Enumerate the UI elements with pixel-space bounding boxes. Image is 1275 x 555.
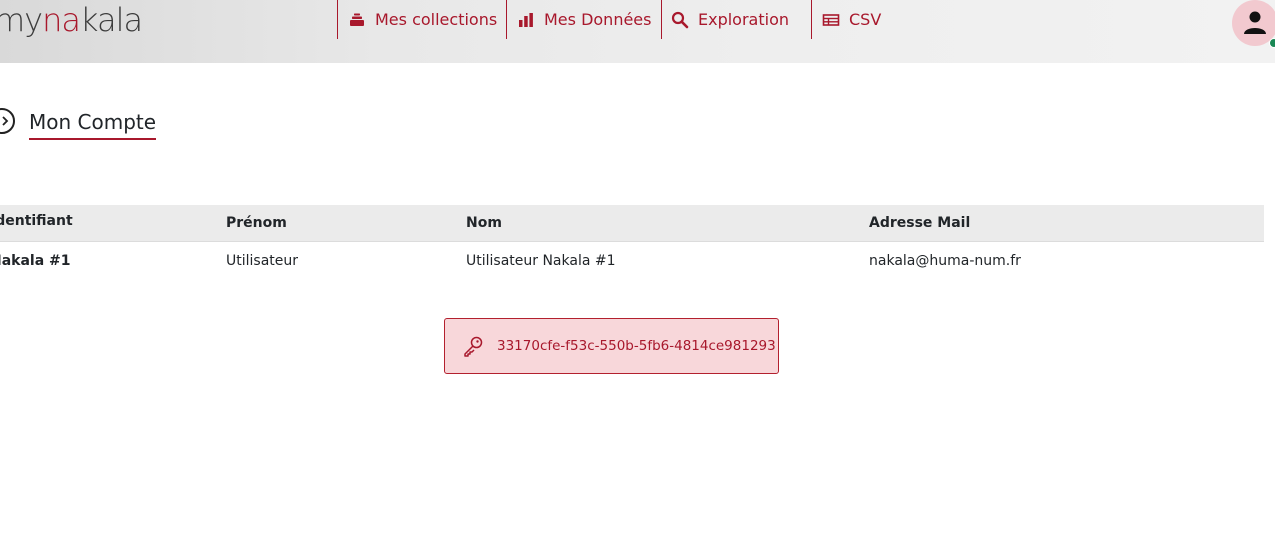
main-nav: Mes collections Mes Données Exploration … <box>337 0 931 39</box>
table-row: Nakala #1 Utilisateur Utilisateur Nakala… <box>0 242 1264 280</box>
cell-identifiant: Nakala #1 <box>0 252 71 269</box>
top-navbar: mynakala Mes collections Mes Données Exp… <box>0 0 1275 63</box>
api-key-alert[interactable]: 33170cfe-f53c-550b-5fb6-4814ce981293 <box>444 318 779 374</box>
page-title: Mon Compte <box>29 110 157 140</box>
csv-table-icon <box>822 11 840 29</box>
header-prenom: Prénom <box>226 205 466 242</box>
header-identifiant: Identifiant <box>0 205 226 242</box>
user-icon <box>1244 11 1266 34</box>
nav-csv[interactable]: CSV <box>811 0 931 39</box>
logo-part-2: na <box>42 1 81 39</box>
header-adresse-mail: Adresse Mail <box>869 205 1264 242</box>
collections-icon <box>348 11 366 29</box>
arrow-circle-icon[interactable] <box>0 108 15 134</box>
online-status-dot <box>1269 38 1275 48</box>
nav-exploration-label: Exploration <box>698 10 789 29</box>
mynakala-logo[interactable]: mynakala <box>0 0 143 56</box>
cell-nom: Utilisateur Nakala #1 <box>466 252 616 269</box>
cell-adresse-mail: nakala@huma-num.fr <box>869 252 1021 269</box>
header-nom: Nom <box>466 205 869 242</box>
nav-mes-donnees[interactable]: Mes Données <box>506 0 661 39</box>
table-header-row: Identifiant Prénom Nom Adresse Mail <box>0 205 1264 242</box>
nav-mes-collections[interactable]: Mes collections <box>337 0 506 39</box>
search-icon <box>671 11 689 29</box>
nav-exploration[interactable]: Exploration <box>661 0 811 39</box>
logo-part-1: my <box>0 1 43 39</box>
user-avatar-button[interactable] <box>1232 0 1275 46</box>
cell-prenom: Utilisateur <box>226 252 299 269</box>
nav-csv-label: CSV <box>849 10 882 29</box>
account-table: Identifiant Prénom Nom Adresse Mail Naka… <box>0 205 1264 279</box>
logo-part-3: kala <box>80 1 143 39</box>
nav-mes-donnees-label: Mes Données <box>544 10 652 29</box>
key-icon <box>462 335 484 357</box>
nav-mes-collections-label: Mes collections <box>375 10 498 29</box>
bar-chart-icon <box>517 11 535 29</box>
api-key-value[interactable]: 33170cfe-f53c-550b-5fb6-4814ce981293 <box>497 338 776 354</box>
